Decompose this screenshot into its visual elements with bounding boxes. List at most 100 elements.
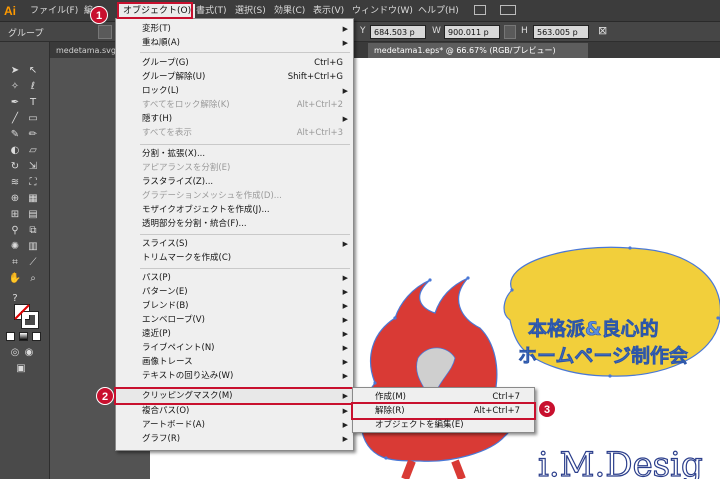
menu-item-flatten-transparency[interactable]: 透明部分を分割・統合(F)...: [116, 217, 353, 231]
menu-help[interactable]: ヘルプ(H): [418, 4, 459, 18]
fill-stroke-swatch[interactable]: [14, 304, 39, 329]
toolbox: ➤ ↖ ✧ ℓ ✒ T ╱ ▭ ✎ ✏ ◐ ▱ ↻ ⇲ ≋ ⛶ ⊕ ▦ ⊞ ▤ …: [0, 42, 50, 479]
screen-mode-icon[interactable]: ▣: [14, 362, 28, 376]
menu-item-label: アートボード(A): [142, 420, 205, 430]
menu-separator: [140, 234, 350, 235]
menu-item-label: すべてを表示: [142, 128, 192, 138]
flame-leg: [401, 459, 416, 479]
artboard-tool-icon[interactable]: ⌗: [8, 256, 22, 270]
mesh-tool-icon[interactable]: ⊞: [8, 208, 22, 222]
menu-item-trim-marks[interactable]: トリムマークを作成(C): [116, 251, 353, 265]
menu-item-image-trace[interactable]: 画像トレース ▶: [116, 355, 353, 369]
link-proportions-icon[interactable]: [504, 25, 516, 39]
submenu-arrow-icon: ▶: [342, 392, 348, 400]
line-tool-icon[interactable]: ╱: [8, 112, 22, 126]
menu-item-shortcut: Ctrl+7: [492, 392, 520, 402]
menu-item-rasterize[interactable]: ラスタライズ(Z)...: [116, 175, 353, 189]
arrange-documents-icon[interactable]: [500, 5, 516, 15]
menu-item-graph[interactable]: グラフ(R) ▶: [116, 432, 353, 446]
shape-builder-tool-icon[interactable]: ⊕: [8, 192, 22, 206]
menu-item-path[interactable]: パス(P) ▶: [116, 271, 353, 285]
bubble-text-line2: ホームページ制作会: [518, 344, 688, 367]
anchor-point: [393, 316, 397, 320]
rotate-tool-icon[interactable]: ↻: [8, 160, 22, 174]
h-label: H: [521, 26, 528, 36]
menu-file[interactable]: ファイル(F): [30, 4, 78, 18]
scale-tool-icon[interactable]: ⇲: [26, 160, 40, 174]
zoom-tool-icon[interactable]: ⌕: [26, 272, 40, 286]
menu-item-blend[interactable]: ブレンド(B) ▶: [116, 299, 353, 313]
menu-item-label: エンベロープ(V): [142, 315, 205, 325]
h-input[interactable]: 563.005 p: [533, 25, 589, 39]
submenu-arrow-icon: ▶: [342, 435, 348, 443]
object-menu: 変形(T) ▶ 重ね順(A) ▶ グループ(G) Ctrl+G グループ解除(U) Sh…: [114, 18, 355, 451]
menu-item-clipping-mask[interactable]: クリッピングマスク(M) ▶: [114, 387, 355, 405]
anchor-point: [384, 456, 388, 460]
magic-wand-tool-icon[interactable]: ✧: [8, 80, 22, 94]
menu-item-ungroup[interactable]: グループ解除(U) Shift+Ctrl+G: [116, 70, 353, 84]
gradient-tool-icon[interactable]: ▤: [26, 208, 40, 222]
menu-item-lock[interactable]: ロック(L) ▶: [116, 84, 353, 98]
menu-separator: [140, 268, 350, 269]
rectangle-tool-icon[interactable]: ▭: [26, 112, 40, 126]
lasso-tool-icon[interactable]: ℓ: [26, 80, 40, 94]
tab-medetama1-eps[interactable]: medetama1.eps* @ 66.67% (RGB/プレビュー): [368, 43, 588, 58]
bridge-icon[interactable]: [474, 5, 486, 15]
paintbrush-tool-icon[interactable]: ✎: [8, 128, 22, 142]
transform-icon[interactable]: ⊠: [598, 24, 607, 37]
type-tool-icon[interactable]: T: [26, 96, 40, 110]
menu-item-arrange[interactable]: 重ね順(A) ▶: [116, 36, 353, 50]
menu-item-artboards[interactable]: アートボード(A) ▶: [116, 418, 353, 432]
menu-effect[interactable]: 効果(C): [274, 4, 305, 18]
color-mode-icons[interactable]: [6, 332, 44, 342]
blob-brush-tool-icon[interactable]: ◐: [8, 144, 22, 158]
menu-item-transform[interactable]: 変形(T) ▶: [116, 22, 353, 36]
menu-item-group[interactable]: グループ(G) Ctrl+G: [116, 56, 353, 70]
menu-item-slice[interactable]: スライス(S) ▶: [116, 237, 353, 251]
menu-item-label: ライブペイント(N): [142, 343, 215, 353]
menu-item-pattern[interactable]: パターン(E) ▶: [116, 285, 353, 299]
menu-item-compound-path[interactable]: 複合パス(O) ▶: [116, 404, 353, 418]
pencil-tool-icon[interactable]: ✏: [26, 128, 40, 142]
submenu-item-edit-contents[interactable]: オブジェクトを編集(E): [353, 418, 534, 432]
menu-item-object-mosaic[interactable]: モザイクオブジェクトを作成(J)...: [116, 203, 353, 217]
submenu-item-make[interactable]: 作成(M) Ctrl+7: [353, 390, 534, 404]
free-transform-tool-icon[interactable]: ⛶: [26, 176, 40, 190]
menu-item-label: パターン(E): [142, 287, 188, 297]
w-input[interactable]: 900.011 p: [444, 25, 500, 39]
submenu-item-release[interactable]: 解除(R) Alt+Ctrl+7: [351, 402, 536, 420]
draw-mode-icon[interactable]: ◎: [8, 346, 22, 360]
warp-tool-icon[interactable]: ≋: [8, 176, 22, 190]
menu-select[interactable]: 選択(S): [235, 4, 266, 18]
menu-view[interactable]: 表示(V): [313, 4, 344, 18]
menu-item-envelope[interactable]: エンベロープ(V) ▶: [116, 313, 353, 327]
menu-item-hide[interactable]: 隠す(H) ▶: [116, 112, 353, 126]
y-input[interactable]: 684.503 p: [370, 25, 426, 39]
slice-tool-icon[interactable]: ⟋: [26, 256, 40, 270]
eyedropper-tool-icon[interactable]: ⚲: [8, 224, 22, 238]
pen-tool-icon[interactable]: ✒: [8, 96, 22, 110]
hand-tool-icon[interactable]: ✋: [8, 272, 22, 286]
menu-window[interactable]: ウィンドウ(W): [352, 4, 413, 18]
perspective-grid-tool-icon[interactable]: ▦: [26, 192, 40, 206]
menu-item-label: グループ解除(U): [142, 72, 206, 82]
selection-tool-icon[interactable]: ➤: [8, 64, 22, 78]
symbol-sprayer-tool-icon[interactable]: ✺: [8, 240, 22, 254]
menu-item-live-paint[interactable]: ライブペイント(N) ▶: [116, 341, 353, 355]
draw-inside-icon[interactable]: ◉: [22, 346, 36, 360]
direct-selection-tool-icon[interactable]: ↖: [26, 64, 40, 78]
menu-type[interactable]: 書式(T): [196, 4, 227, 18]
submenu-arrow-icon: ▶: [342, 39, 348, 47]
menu-item-label: 画像トレース: [142, 357, 193, 367]
step-badge-1: 1: [90, 6, 108, 24]
menu-item-expand-appearance: アピアランスを分割(E): [116, 161, 353, 175]
blend-tool-icon[interactable]: ⧉: [26, 224, 40, 238]
menu-item-text-wrap[interactable]: テキストの回り込み(W) ▶: [116, 369, 353, 383]
eraser-tool-icon[interactable]: ▱: [26, 144, 40, 158]
isolate-icon[interactable]: [98, 25, 112, 39]
submenu-arrow-icon: ▶: [342, 358, 348, 366]
menu-item-perspective[interactable]: 遠近(P) ▶: [116, 327, 353, 341]
menu-item-expand[interactable]: 分割・拡張(X)...: [116, 147, 353, 161]
control-bar: グループ Y 684.503 p W 900.011 p H 563.005 p…: [0, 22, 720, 42]
graph-tool-icon[interactable]: ▥: [26, 240, 40, 254]
